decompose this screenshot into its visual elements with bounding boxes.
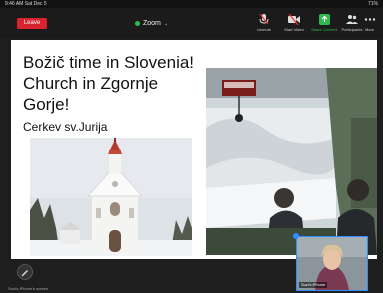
active-speaker-indicator (293, 233, 299, 239)
video-off-icon (288, 14, 300, 25)
participant-video-tile[interactable]: Suzi's iPhone (296, 236, 368, 291)
more-icon (364, 18, 375, 21)
slide-subtitle: Cerkev sv.Jurija (23, 120, 108, 134)
start-video-button[interactable]: Start Video (277, 14, 311, 36)
shared-slide: Božič time in Slovenia! Church in Zgornj… (11, 40, 377, 259)
church-illustration (30, 138, 192, 256)
meeting-title[interactable]: Zoom ⌄ (135, 18, 168, 30)
share-screen-icon (318, 14, 330, 25)
leave-button[interactable]: Leave (17, 18, 47, 29)
ios-status-bar: 9:46 AM Sat Dec 5 71% (0, 0, 383, 8)
church-photo (30, 138, 192, 256)
status-battery: 71% (367, 1, 378, 7)
more-button[interactable]: More (356, 14, 383, 36)
participant-name: Suzi's iPhone (299, 282, 328, 288)
chevron-down-icon: ⌄ (163, 21, 169, 27)
presenter-screen-label: Suzi's iPhone's screen (8, 286, 48, 291)
bus-window-illustration (206, 68, 377, 255)
unmute-button[interactable]: Unmute (247, 14, 281, 36)
meeting-title-label: Zoom (143, 20, 161, 27)
more-label: More (364, 27, 375, 32)
slide-title: Božič time in Slovenia! Church in Zgornj… (23, 53, 195, 114)
annotate-button[interactable] (17, 264, 33, 280)
encryption-shield-icon (135, 20, 140, 26)
unmute-label: Unmute (256, 27, 271, 32)
start-video-label: Start Video (284, 27, 304, 32)
bus-window-photo (206, 68, 377, 255)
status-time: 9:46 AM Sat Dec 5 (5, 1, 47, 7)
pencil-icon (21, 270, 28, 277)
mic-muted-icon (259, 14, 269, 25)
zoom-toolbar: Leave Zoom ⌄ Unmute Start Video Share Con… (0, 8, 383, 38)
